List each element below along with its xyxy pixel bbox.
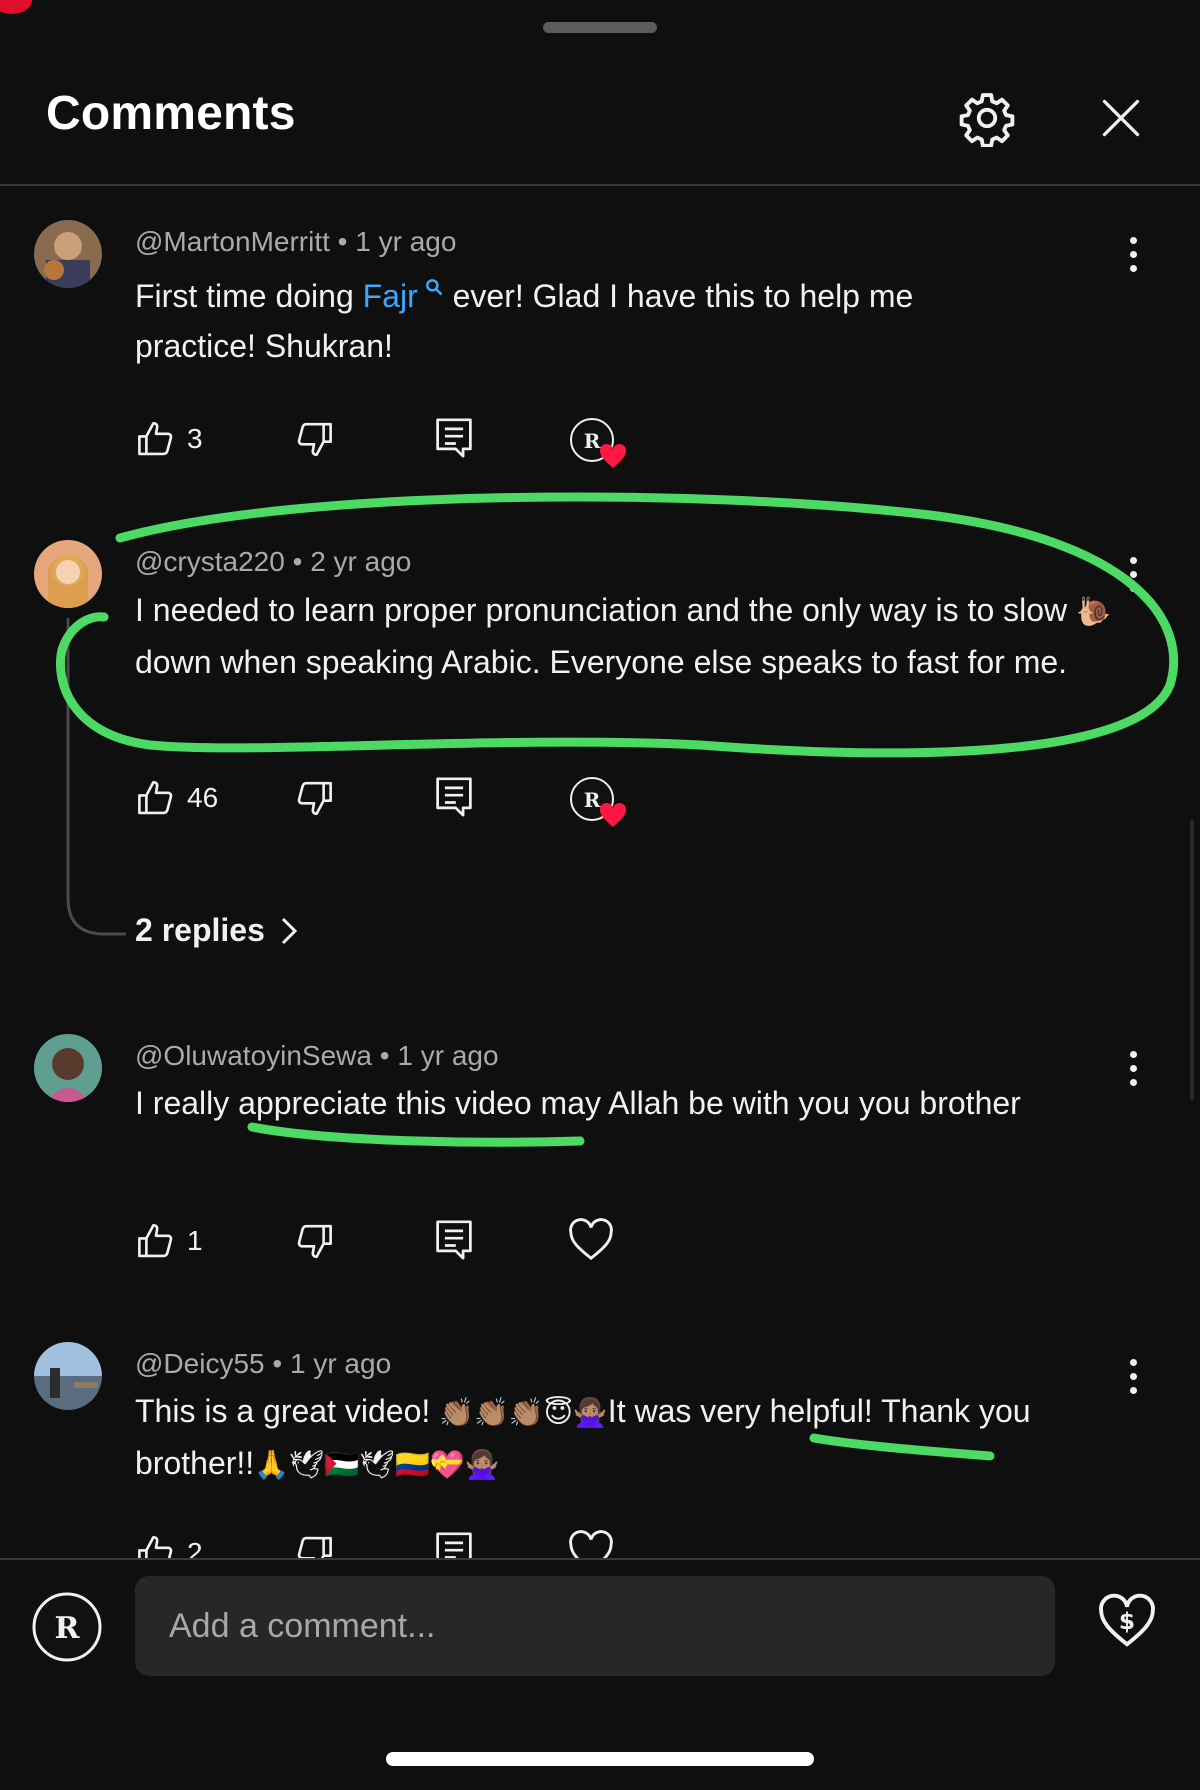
like-button[interactable]: 1 [135, 1220, 203, 1262]
svg-text:$: $ [1119, 1608, 1135, 1635]
heart-button[interactable] [568, 1530, 614, 1558]
header-divider [0, 184, 1200, 186]
comment-meta: @Deicy55 • 1 yr ago [135, 1348, 392, 1379]
settings-button[interactable] [952, 83, 1022, 153]
creator-heart-badge: R [568, 416, 630, 472]
chevron-right-icon [281, 917, 297, 944]
heart-dollar-icon: $ [1099, 1593, 1155, 1647]
comment-text: I needed to learn proper pronunciation a… [135, 592, 1111, 680]
comment-text: This is a great video! 👏🏽👏🏽👏🏽😇🙅🏽‍♀️It wa… [135, 1393, 1031, 1481]
page-title: Comments [46, 87, 296, 140]
comment-reply-icon [436, 418, 472, 458]
reply-button[interactable] [434, 1530, 474, 1558]
heart-icon [599, 443, 627, 468]
like-button[interactable]: 2 [135, 1532, 203, 1558]
comment-author[interactable]: @OluwatoyinSewa [135, 1040, 372, 1071]
search-link[interactable]: Fajr [363, 278, 444, 314]
thread-connector [66, 618, 126, 936]
avatar[interactable] [34, 220, 102, 288]
search-icon [425, 279, 443, 296]
snail-emoji: 🐌 [1076, 595, 1111, 628]
scrollbar[interactable] [1190, 820, 1194, 1100]
gear-icon [959, 93, 1015, 147]
svg-text:R: R [584, 429, 601, 453]
like-count: 3 [187, 423, 203, 454]
close-button[interactable] [1086, 83, 1156, 153]
reply-button[interactable] [434, 416, 474, 460]
comment-options-button[interactable] [1113, 1043, 1153, 1093]
comment-reply-icon [436, 777, 472, 817]
current-user-avatar: R [32, 1592, 102, 1662]
comment-options-button[interactable] [1113, 229, 1153, 279]
thumbs-up-icon [138, 1535, 173, 1558]
comment-author[interactable]: @crysta220 [135, 546, 285, 577]
comment-text: I really appreciate this video may Allah… [135, 1085, 1021, 1121]
sheet-drag-handle[interactable] [543, 22, 657, 33]
heart-button[interactable] [568, 1218, 614, 1262]
comment-time: 1 yr ago [355, 226, 457, 257]
thumbs-down-icon [297, 1224, 332, 1259]
thumbs-up-icon [138, 1223, 173, 1258]
comment-text: First time doing Fajr ever! Glad I have … [135, 278, 914, 364]
comment-time: 2 yr ago [310, 546, 412, 577]
emoji-group: 🙏🕊🇵🇸🕊🇨🇴💝🙅🏽‍♀️ [254, 1448, 500, 1481]
svg-text:R: R [55, 1611, 81, 1646]
thumbs-down-icon [297, 422, 332, 457]
comment-reply-icon [436, 1220, 472, 1260]
reply-button[interactable] [434, 1218, 474, 1262]
avatar[interactable] [34, 540, 102, 608]
comment-input[interactable] [135, 1576, 1055, 1676]
view-replies-button[interactable]: 2 replies [135, 912, 299, 949]
avatar[interactable] [34, 1342, 102, 1410]
like-count: 2 [187, 1537, 203, 1558]
underline-annotation [247, 1122, 585, 1147]
comment-author[interactable]: @MartonMerritt [135, 226, 330, 257]
reply-button[interactable] [434, 775, 474, 819]
thumbs-down-icon [297, 1536, 332, 1558]
super-thanks-button[interactable]: $ [1096, 1590, 1158, 1652]
thumbs-down-icon [297, 781, 332, 816]
comment-time: 1 yr ago [397, 1040, 499, 1071]
heart-icon [599, 802, 627, 827]
comment-reply-icon [436, 1532, 472, 1558]
close-icon [1102, 99, 1140, 137]
comment-meta: @crysta220 • 2 yr ago [135, 546, 412, 577]
heart-outline-icon [569, 1218, 613, 1261]
comment-meta: @OluwatoyinSewa • 1 yr ago [135, 1040, 499, 1071]
emoji-group: 👏🏽👏🏽👏🏽😇🙅🏽‍♀️ [439, 1396, 608, 1429]
comment-author[interactable]: @Deicy55 [135, 1348, 265, 1379]
recording-indicator [0, 0, 32, 14]
thumbs-up-icon [138, 421, 173, 456]
avatar[interactable] [34, 1034, 102, 1102]
dislike-button[interactable] [293, 1220, 335, 1262]
like-button[interactable]: 46 [135, 777, 218, 819]
dislike-button[interactable] [293, 418, 335, 460]
svg-text:R: R [584, 788, 601, 812]
heart-outline-icon [569, 1530, 613, 1558]
like-count: 1 [187, 1225, 203, 1256]
comment-meta: @MartonMerritt • 1 yr ago [135, 226, 457, 257]
dislike-button[interactable] [293, 777, 335, 819]
home-indicator [386, 1752, 814, 1766]
comment-time: 1 yr ago [289, 1348, 392, 1379]
like-button[interactable]: 3 [135, 418, 203, 460]
comment-actions-row: 2 [0, 1510, 1200, 1558]
creator-heart-badge: R [568, 775, 630, 831]
thumbs-up-icon [138, 780, 173, 815]
dislike-button[interactable] [293, 1532, 335, 1558]
like-count: 46 [187, 782, 219, 813]
